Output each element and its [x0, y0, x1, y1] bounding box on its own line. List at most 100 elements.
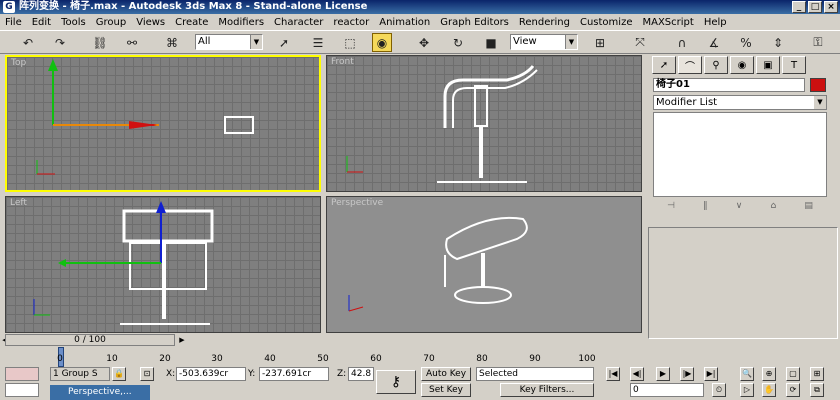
go-to-start-icon[interactable]: |◀: [606, 367, 620, 381]
pan-icon[interactable]: ✋: [762, 383, 776, 397]
taskbar-item[interactable]: Perspective,...: [50, 385, 150, 400]
current-frame-field[interactable]: 0: [630, 383, 704, 397]
z-label: Z:: [337, 369, 347, 379]
menu-customize[interactable]: Customize: [575, 17, 638, 28]
track-bar[interactable]: 0 10 20 30 40 50 60 70 80 90 100: [40, 347, 600, 367]
close-button[interactable]: ×: [824, 1, 838, 13]
menu-file[interactable]: File: [0, 17, 27, 28]
field-of-view-icon[interactable]: ▷: [740, 383, 754, 397]
z-coordinate-field[interactable]: 42.8: [348, 367, 374, 381]
zoom-all-icon[interactable]: ⊕: [762, 367, 776, 381]
modifier-list-value: Modifier List: [656, 97, 718, 108]
go-to-end-icon[interactable]: ▶|: [704, 367, 718, 381]
mirror-icon[interactable]: ⤧: [630, 33, 650, 52]
show-end-result-icon[interactable]: ‖: [703, 201, 708, 215]
pivot-icon[interactable]: ⊞: [590, 33, 610, 52]
top-view-drawing: [36, 59, 254, 175]
zoom-extents-icon[interactable]: ▢: [786, 367, 800, 381]
display-icon[interactable]: ▣: [756, 56, 780, 74]
viewport-left[interactable]: Left: [5, 196, 321, 333]
object-color-swatch[interactable]: [810, 78, 826, 92]
undo-icon[interactable]: ↶: [18, 33, 38, 52]
time-next-icon[interactable]: ▶: [176, 334, 188, 346]
selection-filter-dropdown[interactable]: All ▼: [195, 34, 263, 50]
y-label: Y:: [248, 369, 256, 379]
percent-snap-icon[interactable]: %: [736, 33, 756, 52]
object-name-field[interactable]: 椅子01: [653, 78, 805, 92]
menu-bar: File Edit Tools Group Views Create Modif…: [0, 14, 840, 30]
menu-help[interactable]: Help: [699, 17, 732, 28]
orbit-icon[interactable]: ⟳: [786, 383, 800, 397]
menu-reactor[interactable]: reactor: [328, 17, 374, 28]
move-icon[interactable]: ✥: [414, 33, 434, 52]
maximize-button[interactable]: □: [808, 1, 822, 13]
hierarchy-icon[interactable]: ⚲: [704, 56, 728, 74]
configure-sets-icon[interactable]: ▤: [804, 201, 813, 215]
window-crossing-icon[interactable]: ◉: [372, 33, 392, 52]
prev-frame-icon[interactable]: ◀|: [630, 367, 644, 381]
key-mode-dropdown[interactable]: Selected: [476, 367, 594, 381]
menu-group[interactable]: Group: [91, 17, 131, 28]
auto-key-button[interactable]: Auto Key: [421, 367, 471, 381]
key-filters-button[interactable]: Key Filters...: [500, 383, 594, 397]
create-icon[interactable]: ➚: [652, 56, 676, 74]
app-icon[interactable]: G: [3, 1, 15, 13]
viewport-front[interactable]: Front: [326, 55, 642, 192]
menu-modifiers[interactable]: Modifiers: [213, 17, 269, 28]
menu-graph-editors[interactable]: Graph Editors: [435, 17, 514, 28]
menu-edit[interactable]: Edit: [27, 17, 56, 28]
chevron-down-icon: ▼: [250, 35, 262, 49]
menu-character[interactable]: Character: [269, 17, 328, 28]
menu-create[interactable]: Create: [170, 17, 213, 28]
zoom-extents-all-icon[interactable]: ⊞: [810, 367, 824, 381]
key-icon[interactable]: ⚷: [376, 370, 416, 394]
rotate-icon[interactable]: ↻: [448, 33, 468, 52]
pin-stack-icon[interactable]: ⊣: [667, 201, 675, 215]
absolute-mode-icon[interactable]: ⊡: [140, 367, 154, 381]
viewport-perspective[interactable]: Perspective: [326, 196, 642, 333]
viewport-top[interactable]: Top: [5, 55, 321, 192]
reference-coord-dropdown[interactable]: View ▼: [510, 34, 578, 50]
time-config-icon[interactable]: ⏲: [712, 383, 726, 397]
rect-region-icon[interactable]: ⬚: [340, 33, 360, 52]
motion-icon[interactable]: ◉: [730, 56, 754, 74]
time-slider[interactable]: 0 / 100: [5, 334, 175, 346]
remove-modifier-icon[interactable]: ⌂: [770, 201, 776, 215]
tick-label: 30: [211, 354, 223, 364]
select-by-name-icon[interactable]: ☰: [308, 33, 328, 52]
select-object-icon[interactable]: ➚: [274, 33, 294, 52]
zoom-icon[interactable]: 🔍: [740, 367, 754, 381]
modifier-stack[interactable]: [653, 112, 827, 197]
y-coordinate-field[interactable]: -237.691cr: [259, 367, 329, 381]
menu-rendering[interactable]: Rendering: [514, 17, 575, 28]
scale-icon[interactable]: ■: [481, 33, 501, 52]
bind-spacewarp-icon[interactable]: ⌘: [162, 33, 182, 52]
redo-icon[interactable]: ↷: [50, 33, 70, 52]
maxscript-mini-listener[interactable]: [5, 383, 39, 397]
menu-tools[interactable]: Tools: [56, 17, 91, 28]
lock-icon[interactable]: 🔒: [112, 367, 126, 381]
next-frame-icon[interactable]: |▶: [680, 367, 694, 381]
utilities-icon[interactable]: T: [782, 56, 806, 74]
angle-snap-icon[interactable]: ∡: [704, 33, 724, 52]
menu-animation[interactable]: Animation: [374, 17, 435, 28]
tick-label: 90: [529, 354, 541, 364]
modifier-list-dropdown[interactable]: Modifier List ▼: [653, 95, 827, 110]
key-mode-value: Selected: [479, 369, 519, 379]
select-link-icon[interactable]: ⛓: [90, 33, 110, 52]
unlink-icon[interactable]: ⚯: [122, 33, 142, 52]
spinner-snap-icon[interactable]: ⇕: [768, 33, 788, 52]
menu-views[interactable]: Views: [131, 17, 170, 28]
minimize-button[interactable]: _: [792, 1, 806, 13]
maximize-viewport-icon[interactable]: ⧉: [810, 383, 824, 397]
modify-icon[interactable]: ⌒: [678, 56, 702, 74]
maxscript-listener[interactable]: [5, 367, 39, 381]
x-coordinate-field[interactable]: -503.639cr: [176, 367, 246, 381]
make-unique-icon[interactable]: ∨: [736, 201, 743, 215]
taskbar-label: Perspective,...: [68, 387, 132, 397]
named-sel-icon[interactable]: ⚿: [808, 33, 828, 52]
play-icon[interactable]: ▶: [656, 367, 670, 381]
set-key-button[interactable]: Set Key: [421, 383, 471, 397]
snap-icon[interactable]: ∩: [672, 33, 692, 52]
menu-maxscript[interactable]: MAXScript: [637, 17, 698, 28]
